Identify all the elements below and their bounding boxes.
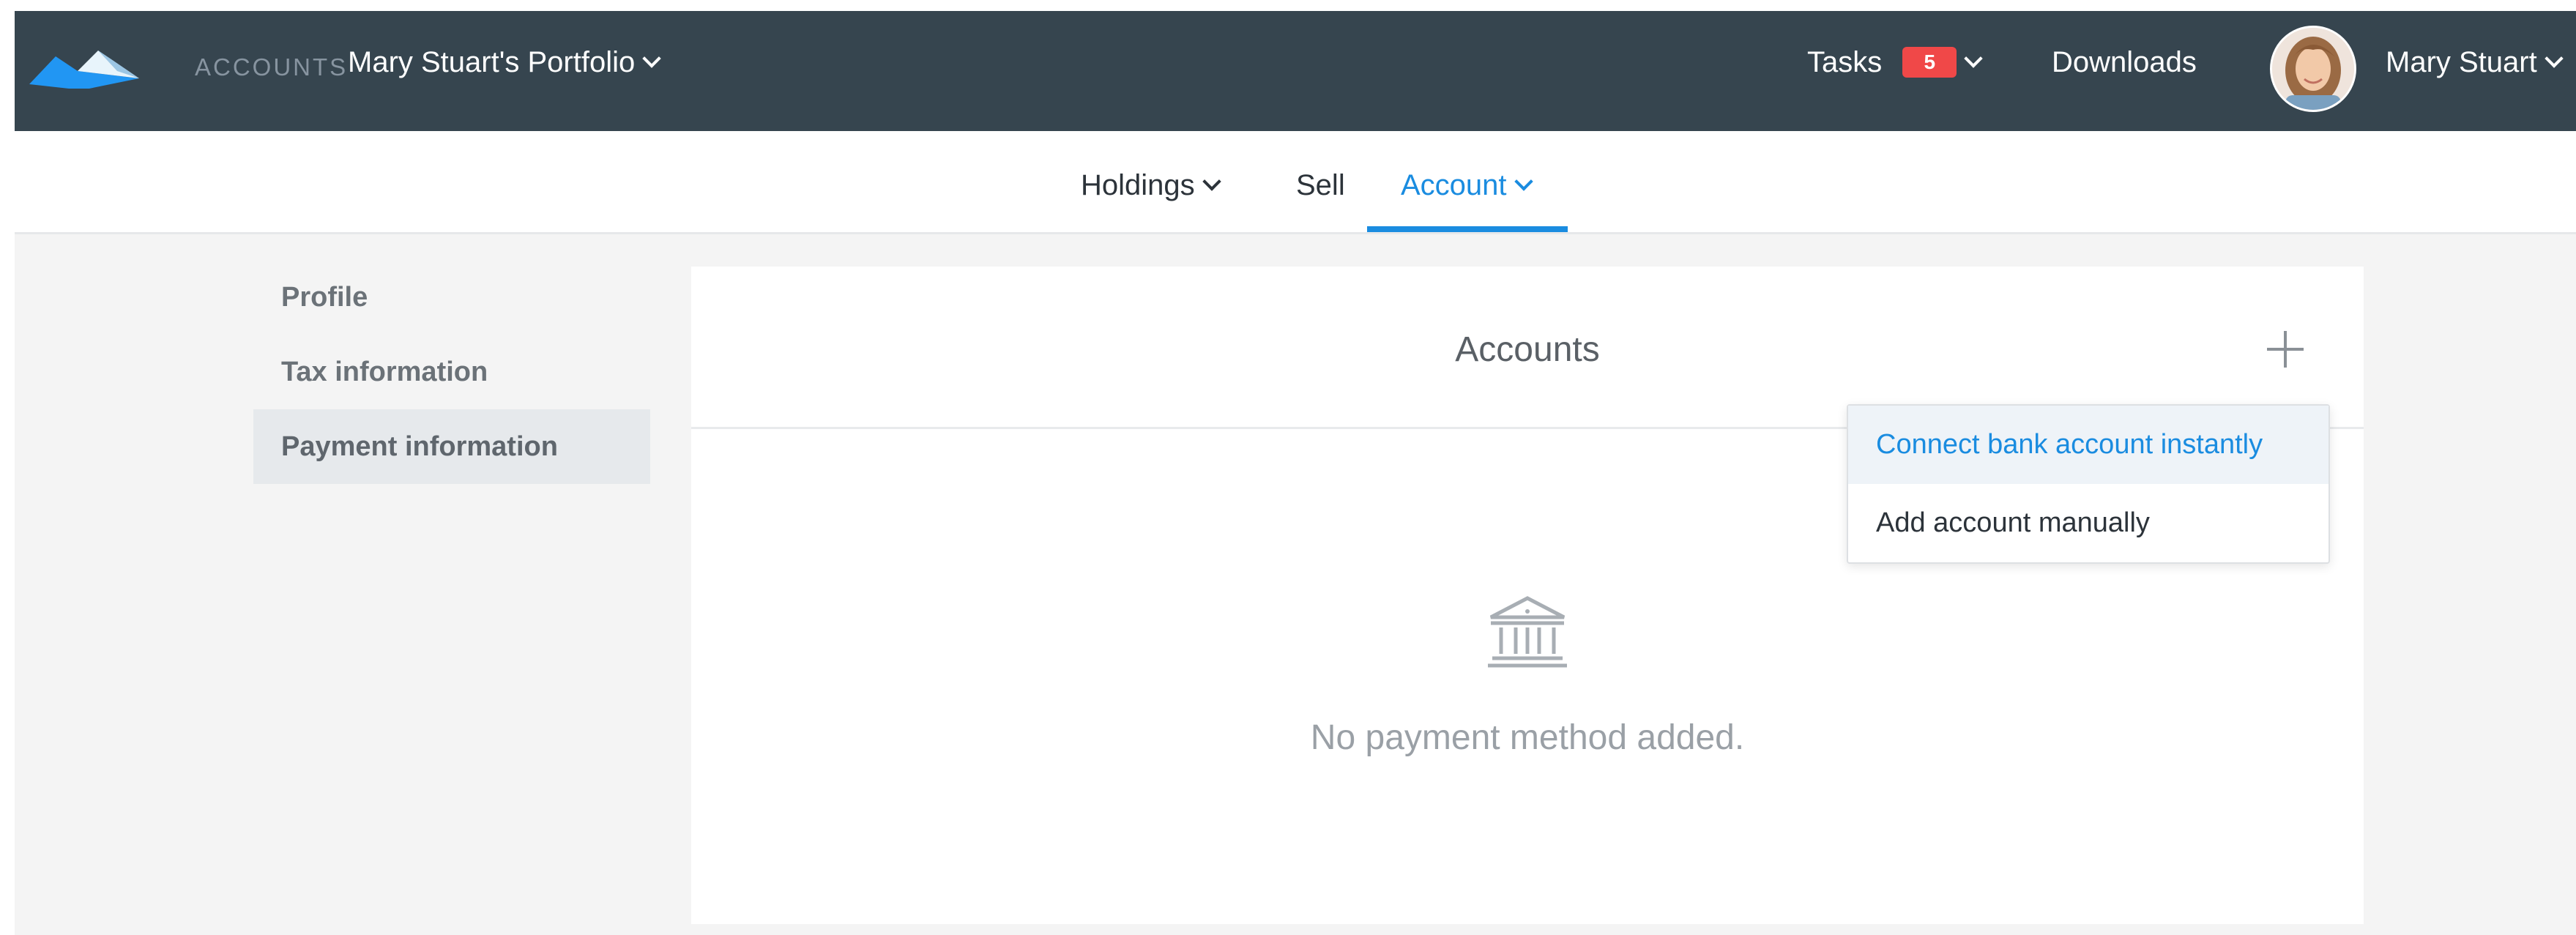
portfolio-selector[interactable]: Mary Stuart's Portfolio [348,46,661,79]
tab-sell[interactable]: Sell [1296,169,1345,202]
downloads-link[interactable]: Downloads [2052,46,2197,79]
empty-state-message: No payment method added. [1310,718,1745,757]
sidebar-item-tax-information[interactable]: Tax information [253,335,650,409]
plus-icon[interactable] [2267,331,2304,368]
tab-account-label: Account [1401,169,1507,201]
card-title: Accounts [1455,330,1600,369]
add-account-dropdown: Connect bank account instantly Add accou… [1847,404,2330,564]
sidebar-item-profile[interactable]: Profile [253,260,650,335]
bank-icon [1488,596,1567,668]
tab-account[interactable]: Account [1401,169,1533,202]
tab-holdings[interactable]: Holdings [1081,169,1221,202]
avatar[interactable] [2270,26,2356,112]
connect-bank-instantly-option[interactable]: Connect bank account instantly [1848,406,2329,484]
tab-holdings-label: Holdings [1081,169,1195,201]
sub-navigation: Holdings Sell Account [15,131,2576,234]
sidebar-item-payment-information[interactable]: Payment information [253,409,650,484]
top-bar: ACCOUNTS Mary Stuart's Portfolio Tasks 5 … [15,11,2576,131]
settings-sidebar: Profile Tax information Payment informat… [253,260,650,484]
tasks-label: Tasks [1807,46,1883,78]
tab-sell-label: Sell [1296,169,1345,201]
portfolio-name: Mary Stuart's Portfolio [348,46,636,78]
chevron-down-icon [1964,49,1983,68]
add-account-manually-option[interactable]: Add account manually [1848,484,2329,562]
user-photo-icon [2272,28,2354,110]
section-label: ACCOUNTS [195,53,349,81]
active-tab-indicator [1367,226,1568,232]
chevron-down-icon [2544,49,2564,68]
chevron-down-icon [1202,172,1221,191]
chevron-down-icon [642,49,661,68]
accounts-card: Accounts No payment method added. [691,267,2364,924]
tasks-menu[interactable]: Tasks 5 [1807,46,1983,81]
mountain-logo-icon[interactable] [29,42,139,89]
user-menu[interactable]: Mary Stuart [2386,46,2564,79]
chevron-down-icon [1514,172,1533,191]
user-name: Mary Stuart [2386,46,2537,78]
app-frame: ACCOUNTS Mary Stuart's Portfolio Tasks 5 … [15,11,2576,935]
tasks-count-badge: 5 [1902,47,1957,78]
